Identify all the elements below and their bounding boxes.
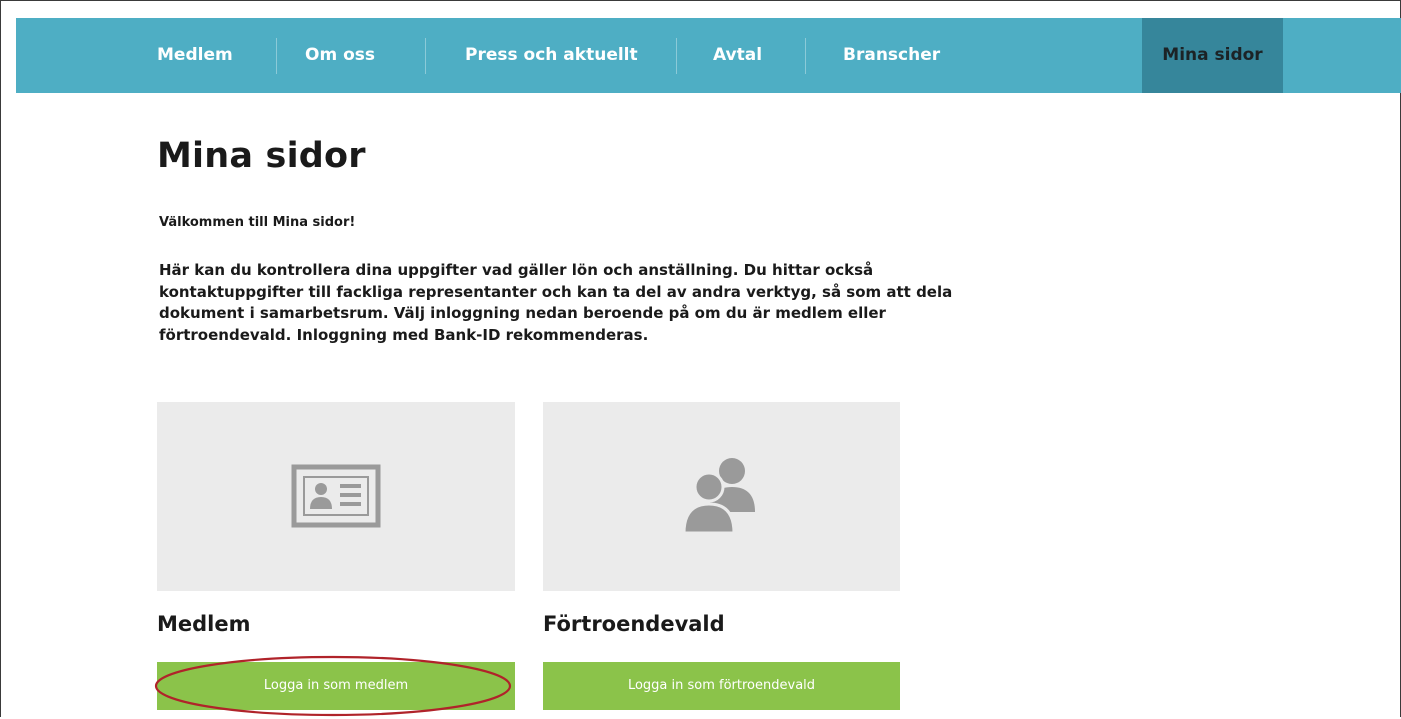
login-representative-button[interactable]: Logga in som förtroendevald	[543, 662, 900, 710]
nav-divider	[805, 38, 806, 74]
id-card-icon	[291, 464, 381, 528]
member-card-image	[157, 402, 515, 591]
login-member-button[interactable]: Logga in som medlem	[157, 662, 515, 710]
nav-item-medlem[interactable]: Medlem	[157, 18, 233, 93]
nav-divider	[276, 38, 277, 74]
member-card-title: Medlem	[157, 612, 251, 636]
nav-divider	[676, 38, 677, 74]
representative-card-title: Förtroendevald	[543, 612, 725, 636]
nav-item-press-och-aktuellt[interactable]: Press och aktuellt	[465, 18, 638, 93]
nav-item-branscher[interactable]: Branscher	[843, 18, 940, 93]
nav-divider	[425, 38, 426, 74]
page-title: Mina sidor	[157, 136, 366, 176]
nav-item-mina-sidor[interactable]: Mina sidor	[1142, 18, 1283, 93]
nav-item-om-oss[interactable]: Om oss	[305, 18, 375, 93]
window-frame	[0, 0, 1401, 717]
users-icon	[682, 458, 755, 535]
representative-card-image	[543, 402, 900, 591]
intro-text: Här kan du kontrollera dina uppgifter va…	[159, 261, 953, 344]
nav-item-avtal[interactable]: Avtal	[713, 18, 762, 93]
top-navigation: Medlem Om oss Press och aktuellt Avtal B…	[16, 18, 1401, 93]
welcome-text: Välkommen till Mina sidor!	[159, 215, 356, 230]
